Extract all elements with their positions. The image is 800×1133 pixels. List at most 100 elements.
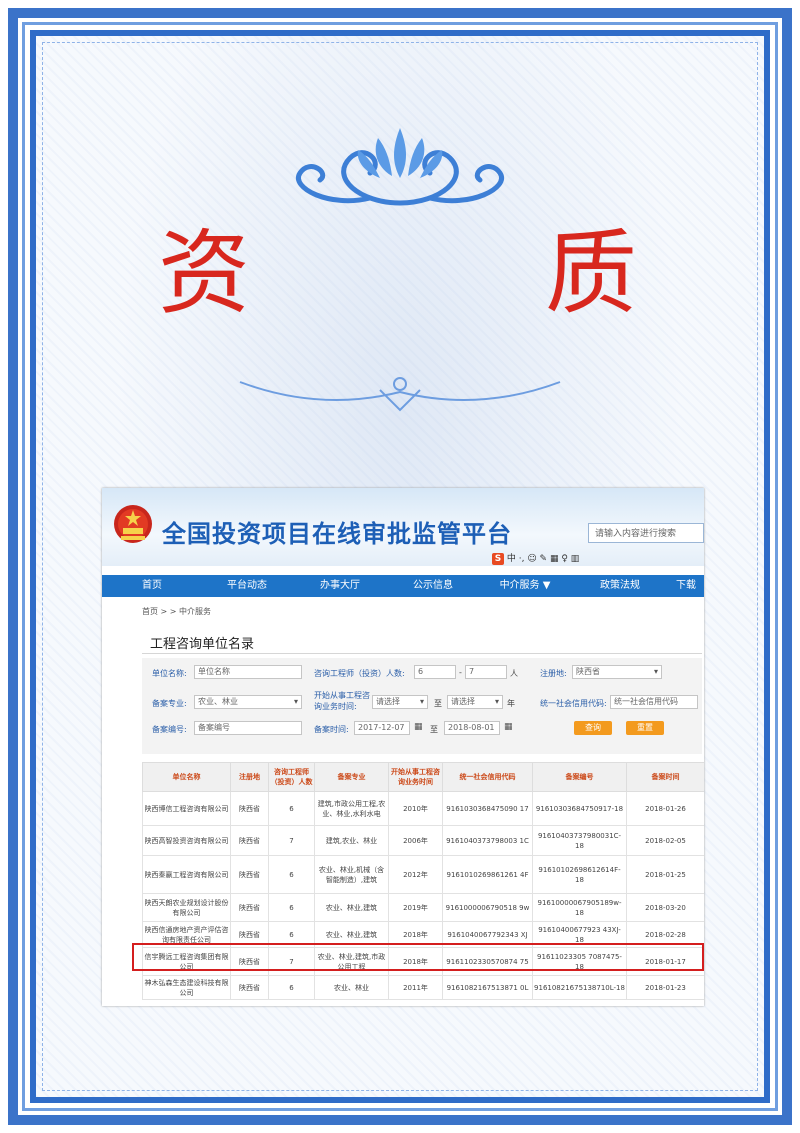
site-title: 全国投资项目在线审批监管平台 — [162, 520, 512, 548]
filter-panel: 单位名称: 单位名称 咨询工程师（投资）人数: 6 - 7 人 注册地: 陕西省… — [142, 658, 702, 754]
cell-unit-name: 神木弘森生态建设科技有限公司 — [142, 975, 231, 1000]
calendar-icon[interactable]: ▦ — [414, 722, 423, 732]
credit-code-input[interactable]: 统一社会信用代码 — [610, 695, 698, 709]
cell-record-no: 91610303684750917-18 — [532, 791, 627, 826]
cell-specialty: 建筑,市政公用工程,农业、林业,水利水电 — [314, 791, 389, 826]
col-reg-place: 注册地 — [230, 762, 269, 792]
cell-record-time: 2018-03-20 — [626, 893, 704, 922]
cell-unit-name: 陕西博信工程咨询有限公司 — [142, 791, 231, 826]
cell-reg-place: 陕西省 — [230, 855, 269, 894]
start-from-select[interactable]: 请选择 — [372, 695, 428, 709]
sogou-s-icon: S — [492, 553, 504, 565]
start-to-label: 至 — [434, 699, 442, 708]
cell-record-no: 91610000067905189w-18 — [532, 893, 627, 922]
table-row[interactable]: 神木弘森生态建设科技有限公司 陕西省 6 农业、林业 2011年 9161082… — [142, 975, 704, 1000]
unit-name-label: 单位名称: — [152, 669, 187, 678]
main-nav: 首页 平台动态 办事大厅 公示信息 中介服务 ▼ 政策法规 下载 — [102, 575, 704, 597]
cell-credit-code: 9161040373798003 1C — [442, 825, 533, 856]
count-dash: - — [459, 668, 462, 677]
cell-record-no: 91610821675138710L-18 — [532, 975, 627, 1000]
nav-download[interactable]: 下载 — [668, 575, 704, 597]
cell-reg-place: 陕西省 — [230, 975, 269, 1000]
cell-reg-place: 陕西省 — [230, 791, 269, 826]
cell-specialty: 农业、林业 — [314, 975, 389, 1000]
specialty-label: 备案专业: — [152, 699, 187, 708]
cell-reg-place: 陕西省 — [230, 893, 269, 922]
credit-code-label: 统一社会信用代码: — [540, 699, 607, 708]
col-record-time: 备案时间 — [626, 762, 704, 792]
nav-platform-news[interactable]: 平台动态 — [202, 575, 292, 597]
cell-start-time: 2012年 — [388, 855, 443, 894]
nav-public-info[interactable]: 公示信息 — [388, 575, 478, 597]
record-no-input[interactable]: 备案编号 — [194, 721, 302, 735]
cell-engineer-count: 6 — [268, 975, 315, 1000]
search-input[interactable]: 请输入内容进行搜索 — [588, 523, 704, 543]
national-emblem-icon — [114, 505, 152, 543]
table-header-row: 单位名称 注册地 咨询工程师（投资）人数 备案专业 开始从事工程咨询业务时间 统… — [142, 762, 704, 792]
nav-service-hall[interactable]: 办事大厅 — [292, 575, 388, 597]
cell-engineer-count: 7 — [268, 825, 315, 856]
cell-credit-code: 9161000006790518 9w — [442, 893, 533, 922]
col-credit-code: 统一社会信用代码 — [442, 762, 533, 792]
breadcrumb: 首页 > > 中介服务 — [142, 607, 212, 616]
cell-record-time: 2018-01-23 — [626, 975, 704, 1000]
table-row[interactable]: 陕西博信工程咨询有限公司 陕西省 6 建筑,市政公用工程,农业、林业,水利水电 … — [142, 791, 704, 826]
col-engineer-count: 咨询工程师（投资）人数 — [268, 762, 315, 792]
table-row[interactable]: 陕西天朗农业规划设计股份有限公司 陕西省 6 农业、林业,建筑 2019年 91… — [142, 893, 704, 922]
nav-policy[interactable]: 政策法规 — [572, 575, 668, 597]
lace-divider-icon — [239, 377, 561, 412]
cell-start-time: 2010年 — [388, 791, 443, 826]
record-time-from-input[interactable]: 2017-12-07 — [354, 721, 410, 735]
unit-name-input[interactable]: 单位名称 — [194, 665, 302, 679]
reset-button[interactable]: 重置 — [626, 721, 664, 735]
cell-record-no: 91610403737980031C-18 — [532, 825, 627, 856]
cell-record-time: 2018-02-05 — [626, 825, 704, 856]
count-unit: 人 — [510, 669, 518, 678]
table-row[interactable]: 陕西秦嬴工程咨询有限公司 陕西省 6 农业、林业,机械（含智能制造）,建筑 20… — [142, 855, 704, 894]
cell-engineer-count: 6 — [268, 791, 315, 826]
platform-screenshot: 全国投资项目在线审批监管平台 请输入内容进行搜索 S 中 ·, ☺ ✎ ▦ ♀ … — [102, 488, 704, 1006]
search-button[interactable]: 查询 — [574, 721, 612, 735]
calendar-icon[interactable]: ▦ — [504, 722, 513, 732]
title-divider — [142, 653, 702, 654]
start-to-select[interactable]: 请选择 — [447, 695, 503, 709]
cell-engineer-count: 6 — [268, 855, 315, 894]
cell-specialty: 建筑,农业、林业 — [314, 825, 389, 856]
cell-record-time: 2018-01-25 — [626, 855, 704, 894]
cell-start-time: 2006年 — [388, 825, 443, 856]
cell-specialty: 农业、林业,建筑 — [314, 893, 389, 922]
record-no-label: 备案编号: — [152, 725, 187, 734]
input-method-toolbar: S 中 ·, ☺ ✎ ▦ ♀ ▥ — [492, 551, 622, 565]
count-max-input[interactable]: 7 — [465, 665, 507, 679]
cell-start-time: 2019年 — [388, 893, 443, 922]
cell-specialty: 农业、林业,机械（含智能制造）,建筑 — [314, 855, 389, 894]
engineer-count-label: 咨询工程师（投资）人数: — [314, 669, 405, 678]
col-specialty: 备案专业 — [314, 762, 389, 792]
reg-place-label: 注册地: — [540, 669, 567, 678]
col-record-no: 备案编号 — [532, 762, 627, 792]
highlight-box — [132, 943, 704, 971]
year-unit: 年 — [507, 699, 515, 708]
fleur-ornament-icon — [296, 128, 504, 206]
reg-place-select[interactable]: 陕西省 — [572, 665, 662, 679]
count-min-input[interactable]: 6 — [414, 665, 456, 679]
nav-intermediary-services[interactable]: 中介服务 ▼ — [478, 575, 572, 597]
cell-credit-code: 9161082167513871 0L — [442, 975, 533, 1000]
record-time-label: 备案时间: — [314, 725, 349, 734]
cell-credit-code: 9161010269861261 4F — [442, 855, 533, 894]
cell-credit-code: 9161030368475090 17 — [442, 791, 533, 826]
specialty-select[interactable]: 农业、林业 — [194, 695, 302, 709]
cell-unit-name: 陕西秦嬴工程咨询有限公司 — [142, 855, 231, 894]
site-header: 全国投资项目在线审批监管平台 请输入内容进行搜索 S 中 ·, ☺ ✎ ▦ ♀ … — [102, 488, 704, 566]
record-time-to-label: 至 — [430, 725, 438, 734]
cell-reg-place: 陕西省 — [230, 825, 269, 856]
title-char-2: 质 — [545, 220, 638, 327]
cell-record-time: 2018-01-26 — [626, 791, 704, 826]
col-unit-name: 单位名称 — [142, 762, 231, 792]
cell-unit-name: 陕西天朗农业规划设计股份有限公司 — [142, 893, 231, 922]
cell-engineer-count: 6 — [268, 893, 315, 922]
nav-home[interactable]: 首页 — [102, 575, 202, 597]
record-time-to-input[interactable]: 2018-08-01 — [444, 721, 500, 735]
table-row[interactable]: 陕西高智投资咨询有限公司 陕西省 7 建筑,农业、林业 2006年 916104… — [142, 825, 704, 856]
cell-unit-name: 陕西高智投资咨询有限公司 — [142, 825, 231, 856]
